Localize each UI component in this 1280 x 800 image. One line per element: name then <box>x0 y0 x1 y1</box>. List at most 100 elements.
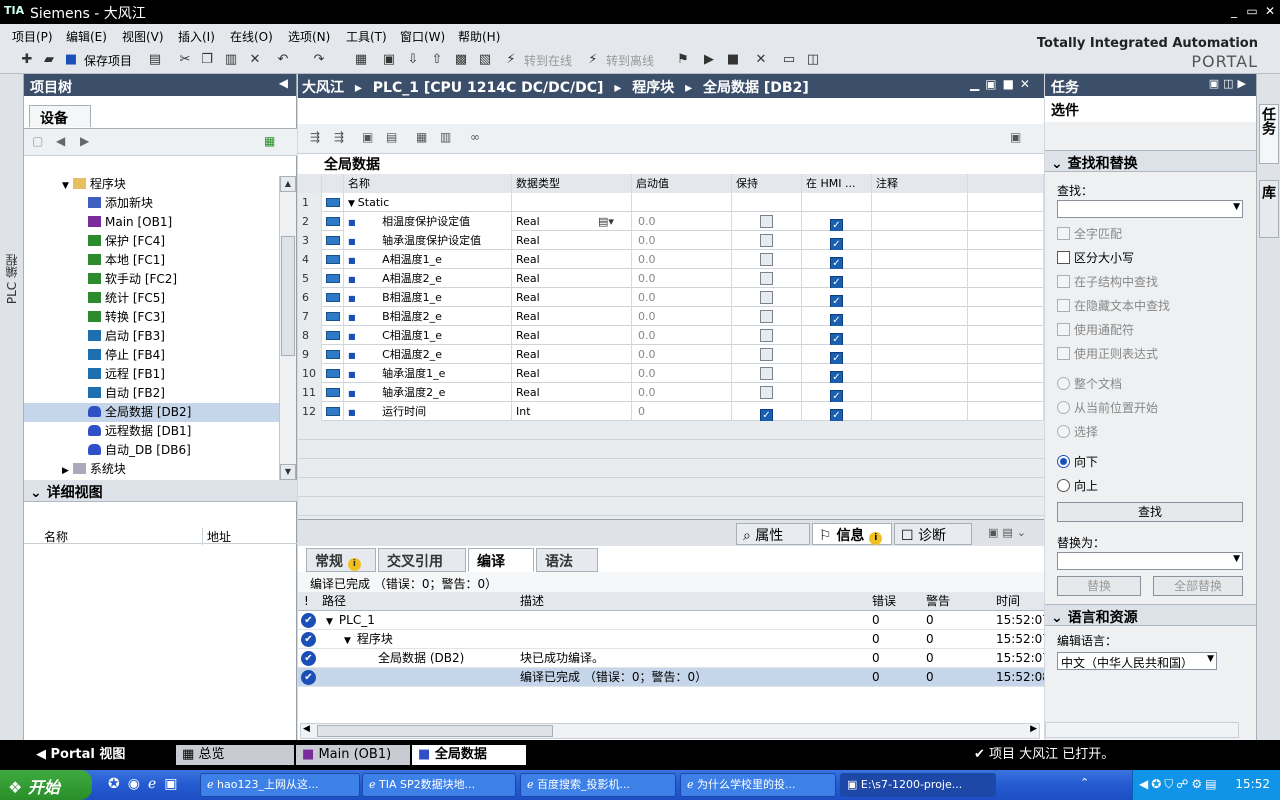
radio-circle[interactable] <box>1057 377 1070 390</box>
table-row[interactable]: 9 ■ C相温度2_e Real 0.0 ✓ <box>298 345 1044 364</box>
table-row[interactable]: 3 ■ 轴承温度保护设定值 Real 0.0 ✓ <box>298 231 1044 250</box>
hmi-checkbox[interactable]: ✓ <box>830 238 843 250</box>
hmi-checkbox[interactable]: ✓ <box>830 371 843 383</box>
hmi-checkbox[interactable]: ✓ <box>830 352 843 364</box>
cross-ref-icon[interactable]: ✕ <box>752 51 770 69</box>
tree-item[interactable]: 添加新块 <box>24 194 279 213</box>
start-value-cell[interactable]: 0.0 <box>632 212 732 231</box>
menu-options[interactable]: 选项(N) <box>288 28 330 45</box>
start-value-cell[interactable]: 0.0 <box>632 307 732 326</box>
menu-online[interactable]: 在线(O) <box>230 28 273 45</box>
retain-checkbox[interactable] <box>760 329 773 342</box>
breadcrumb-project[interactable]: 大风江 <box>302 80 344 96</box>
retain-checkbox[interactable] <box>760 234 773 247</box>
start-cpu-icon[interactable]: ▶ <box>700 51 718 69</box>
retain-checkbox[interactable] <box>760 386 773 399</box>
taskbar-item-2[interactable]: ℯ TIA SP2数据块地... <box>362 773 516 797</box>
var-name-cell[interactable]: ■ 轴承温度保护设定值 <box>344 231 512 250</box>
task-panel-controls-icon[interactable]: ▣◫▶ <box>1209 77 1250 90</box>
new-project-icon[interactable]: ✚ <box>18 51 36 69</box>
info-tab[interactable]: ⚐ 信息 i <box>812 523 892 545</box>
replace-input[interactable]: ▼ <box>1057 552 1243 570</box>
tree-expander-icon[interactable]: ▼ <box>326 617 333 627</box>
var-name-cell[interactable]: ▼ Static <box>344 193 512 212</box>
tree-item[interactable]: 远程 [FB1] <box>24 365 279 384</box>
start-value-cell[interactable]: 0.0 <box>632 288 732 307</box>
hmi-checkbox[interactable]: ✓ <box>830 276 843 288</box>
snapshot-icon[interactable]: ▣ <box>362 130 373 144</box>
var-name-cell[interactable]: ■ C相温度2_e <box>344 345 512 364</box>
scroll-down-icon[interactable]: ▼ <box>280 464 296 480</box>
print-icon[interactable]: ▤ <box>146 51 164 69</box>
menu-tools[interactable]: 工具(T) <box>346 28 387 45</box>
retain-checkbox[interactable] <box>760 367 773 380</box>
start-value-cell[interactable]: 0.0 <box>632 345 732 364</box>
redo-icon[interactable]: ↷ <box>310 51 328 69</box>
overview-tab[interactable]: ▦ 总览 <box>176 745 294 765</box>
menu-help[interactable]: 帮助(H) <box>458 28 500 45</box>
find-input[interactable]: ▼ <box>1057 200 1243 218</box>
table-row[interactable]: 4 ■ A相温度1_e Real 0.0 ✓ <box>298 250 1044 269</box>
comment-cell[interactable] <box>872 288 968 307</box>
global-data-tab[interactable]: ■ 全局数据 <box>412 745 526 765</box>
comment-cell[interactable] <box>872 364 968 383</box>
comment-cell[interactable] <box>872 345 968 364</box>
scroll-up-icon[interactable]: ▲ <box>280 176 296 192</box>
task-hscrollbar[interactable] <box>1045 722 1239 738</box>
tray-icons[interactable]: ◀✪⛉☍⚙▤ <box>1139 777 1220 792</box>
find-option-checkbox[interactable]: 在子结构中查找 <box>1057 270 1244 294</box>
editor-window-controls-icon[interactable]: ▁▣■✕ <box>970 77 1036 91</box>
message-row[interactable]: ✔ 编译已完成 （错误：0；警告：0） 0 0 15:52:08 <box>298 668 1044 687</box>
insert-row-icon[interactable]: ⇶ <box>310 130 320 144</box>
checkbox-box[interactable] <box>1057 323 1070 336</box>
taskbar-item-3[interactable]: ℯ 百度搜索_投影机... <box>520 773 676 797</box>
tasks-side-tab[interactable]: 任务 <box>1259 104 1279 164</box>
checkbox-box[interactable] <box>1057 227 1070 240</box>
detail-view-header[interactable]: ⌄ 详细视图 <box>24 480 297 502</box>
message-hscrollbar[interactable]: ◀ ▶ <box>300 723 1040 739</box>
var-name-cell[interactable]: ■ B相温度1_e <box>344 288 512 307</box>
save-project-button[interactable]: 保存项目 <box>84 52 132 69</box>
tree-item[interactable]: 本地 [FC1] <box>24 251 279 270</box>
find-option-checkbox[interactable]: 使用正则表达式 <box>1057 342 1244 366</box>
checkbox-box[interactable] <box>1057 299 1070 312</box>
monitor-icon[interactable]: ▧ <box>476 51 494 69</box>
scope-radio[interactable]: 从当前位置开始 <box>1057 396 1244 420</box>
retain-checkbox[interactable] <box>760 215 773 228</box>
restore-icon[interactable]: ▭ <box>1244 3 1260 19</box>
expand-static-icon[interactable]: ▼ <box>348 199 358 209</box>
split-horizontal-icon[interactable]: ▭ <box>780 51 798 69</box>
comment-cell[interactable] <box>872 326 968 345</box>
var-name-cell[interactable]: ■ A相温度1_e <box>344 250 512 269</box>
data-type-cell[interactable]: Int <box>512 402 632 421</box>
radio-circle[interactable] <box>1057 455 1070 468</box>
var-name-cell[interactable]: ■ 轴承温度1_e <box>344 364 512 383</box>
type-dropdown-icon[interactable]: ▤▾ <box>598 212 614 231</box>
table-row[interactable]: 7 ■ B相温度2_e Real 0.0 ✓ <box>298 307 1044 326</box>
retain-checkbox[interactable] <box>760 253 773 266</box>
taskbar-item-1[interactable]: ℯ hao123_上网从这... <box>200 773 360 797</box>
tree-item[interactable]: 远程数据 [DB1] <box>24 422 279 441</box>
data-type-cell[interactable]: Real <box>512 250 632 269</box>
table-row[interactable]: 1 ▼ Static <box>298 193 1044 212</box>
retain-checkbox[interactable] <box>760 291 773 304</box>
show-overview-icon[interactable]: ▦ <box>264 134 275 148</box>
start-button[interactable]: ❖ 开始 <box>0 770 92 800</box>
start-value-cell[interactable]: 0.0 <box>632 269 732 288</box>
table-row[interactable]: 5 ■ A相温度2_e Real 0.0 ✓ <box>298 269 1044 288</box>
comment-cell[interactable] <box>872 193 968 212</box>
language-resources-header[interactable]: ⌄ 语言和资源 <box>1045 604 1256 626</box>
data-type-cell[interactable]: Real <box>512 326 632 345</box>
taskbar-expand-icon[interactable]: ⌃ <box>1080 776 1089 789</box>
upload-icon[interactable]: ⇧ <box>428 51 446 69</box>
split-vertical-icon[interactable]: ◫ <box>804 51 822 69</box>
tree-item[interactable]: 软手动 [FC2] <box>24 270 279 289</box>
tree-expander-icon[interactable]: ▼ <box>344 636 351 646</box>
copy-snapshot-icon[interactable]: ▤ <box>386 130 397 144</box>
tree-item[interactable]: ▼ 程序块 <box>24 175 279 194</box>
properties-tab[interactable]: ⌕ 属性 <box>736 523 810 545</box>
data-type-cell[interactable]: Real <box>512 383 632 402</box>
forward-icon[interactable]: ▶ <box>80 134 89 148</box>
comment-cell[interactable] <box>872 402 968 421</box>
scroll-thumb[interactable] <box>281 236 295 356</box>
